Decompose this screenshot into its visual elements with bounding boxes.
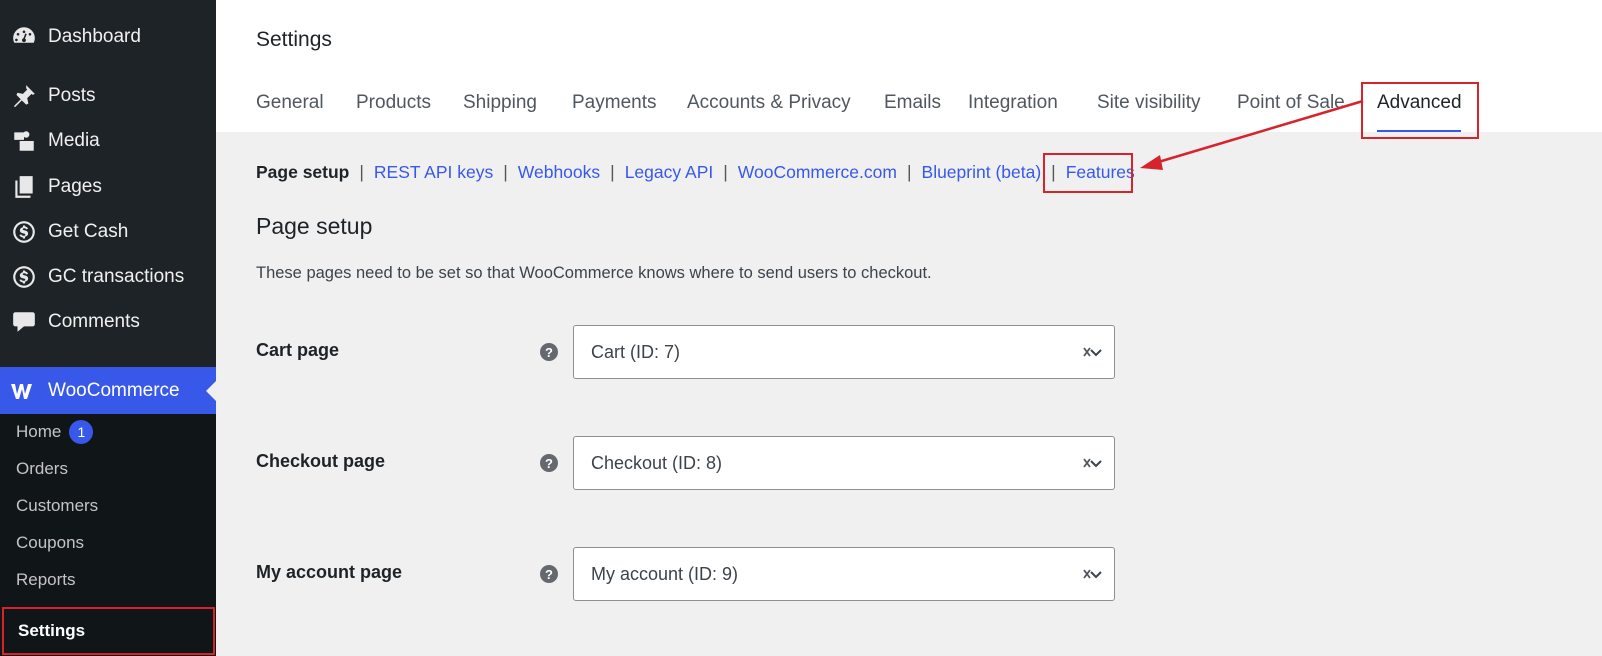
tab-accounts-privacy[interactable]: Accounts & Privacy (687, 92, 851, 124)
subnav-link-blueprint[interactable]: Blueprint (beta) (922, 162, 1042, 183)
pin-icon (0, 83, 48, 109)
tab-integration[interactable]: Integration (968, 92, 1058, 124)
sidebar-item-posts[interactable]: Posts (0, 76, 216, 116)
subnav-link-woocommerce-com[interactable]: WooCommerce.com (738, 162, 897, 183)
notification-badge: 1 (69, 420, 94, 444)
subnav-link-legacy-api[interactable]: Legacy API (625, 162, 714, 183)
subnav-separator: | (359, 162, 364, 182)
submenu-item-label: Customers (16, 496, 99, 515)
cart-page-label: Cart page (256, 340, 340, 360)
sidebar-item-label: GC transactions (48, 266, 185, 287)
page-title: Settings (256, 28, 332, 51)
select-value: Checkout (ID: 8) (591, 452, 723, 473)
tab-products[interactable]: Products (356, 92, 431, 124)
section-title: Page setup (256, 213, 373, 239)
my-account-page-select[interactable]: My account (ID: 9) (573, 547, 1115, 601)
sidebar-item-media[interactable]: Media (0, 121, 216, 161)
subnav-separator: | (723, 162, 728, 182)
subnav-link-webhooks[interactable]: Webhooks (518, 162, 600, 183)
sidebar-item-label: WooCommerce (48, 379, 180, 401)
dollar-icon (0, 264, 48, 290)
help-icon[interactable]: ? (540, 565, 558, 583)
select-value: My account (ID: 9) (591, 563, 739, 584)
sidebar-item-label: Media (48, 130, 100, 151)
sidebar-item-label: Comments (48, 311, 140, 332)
subnav-current: Page setup (256, 162, 350, 182)
sidebar-item-get-cash[interactable]: Get Cash (0, 212, 216, 252)
submenu-item-customers[interactable]: Customers (16, 491, 98, 521)
tab-payments[interactable]: Payments (572, 92, 656, 124)
checkout-page-select[interactable]: Checkout (ID: 8) (573, 436, 1115, 490)
tab-point-of-sale[interactable]: Point of Sale (1237, 92, 1345, 124)
clear-dropdown-icon[interactable] (1082, 453, 1104, 473)
my-account-page-label: My account page (256, 562, 403, 582)
submenu-item-label: Coupons (16, 533, 85, 552)
comment-icon (0, 309, 48, 335)
submenu-item-label: Reports (16, 570, 76, 589)
subnav-link-rest-api-keys[interactable]: REST API keys (374, 162, 493, 183)
pages-icon (0, 174, 48, 200)
help-icon[interactable]: ? (540, 343, 558, 361)
submenu-item-home[interactable]: Home 1 (16, 417, 94, 447)
submenu-item-reports[interactable]: Reports (16, 565, 76, 595)
tab-site-visibility[interactable]: Site visibility (1097, 92, 1200, 124)
admin-sidebar: Dashboard Posts Media Pages Get Cash GC … (0, 0, 216, 656)
sidebar-item-pages[interactable]: Pages (0, 167, 216, 207)
help-icon[interactable]: ? (540, 454, 558, 472)
subnav-separator: | (906, 162, 912, 182)
woocommerce-icon (0, 381, 48, 401)
settings-header: Settings General Products Shipping Payme… (216, 0, 1602, 139)
clear-dropdown-icon[interactable] (1082, 342, 1104, 362)
dollar-icon (0, 219, 48, 245)
subnav-separator: | (503, 162, 508, 182)
tab-emails[interactable]: Emails (884, 92, 941, 124)
submenu-item-label: Settings (18, 621, 86, 640)
sidebar-item-dashboard[interactable]: Dashboard (0, 17, 216, 57)
submenu-item-coupons[interactable]: Coupons (16, 528, 84, 558)
dashboard-icon (0, 24, 48, 50)
cart-page-select[interactable]: Cart (ID: 7) (573, 325, 1115, 379)
clear-dropdown-icon[interactable] (1082, 564, 1104, 584)
sidebar-item-label: Dashboard (48, 26, 141, 47)
sidebar-item-gc-transactions[interactable]: GC transactions (0, 257, 216, 297)
select-value: Cart (ID: 7) (591, 341, 681, 362)
section-subnav: Page setup | REST API keys | Webhooks | Legacy… (256, 162, 1135, 183)
annotation-highlight-box (1361, 82, 1479, 139)
sidebar-item-label: Posts (48, 85, 96, 106)
submenu-item-orders[interactable]: Orders (16, 454, 68, 484)
checkout-page-label: Checkout page (256, 451, 386, 471)
tab-general[interactable]: General (256, 92, 324, 124)
submenu-item-label: Orders (16, 459, 68, 478)
section-description: These pages need to be set so that WooCo… (256, 264, 932, 282)
media-icon (0, 128, 48, 154)
sidebar-item-woocommerce[interactable]: WooCommerce (0, 367, 216, 414)
submenu-item-settings[interactable]: Settings (2, 607, 215, 655)
tab-shipping[interactable]: Shipping (463, 92, 537, 124)
annotation-highlight-box (1043, 153, 1133, 193)
sidebar-item-label: Pages (48, 176, 102, 197)
sidebar-item-label: Get Cash (48, 221, 129, 242)
submenu-item-label: Home (16, 422, 62, 441)
subnav-separator: | (610, 162, 615, 182)
sidebar-item-comments[interactable]: Comments (0, 302, 216, 342)
